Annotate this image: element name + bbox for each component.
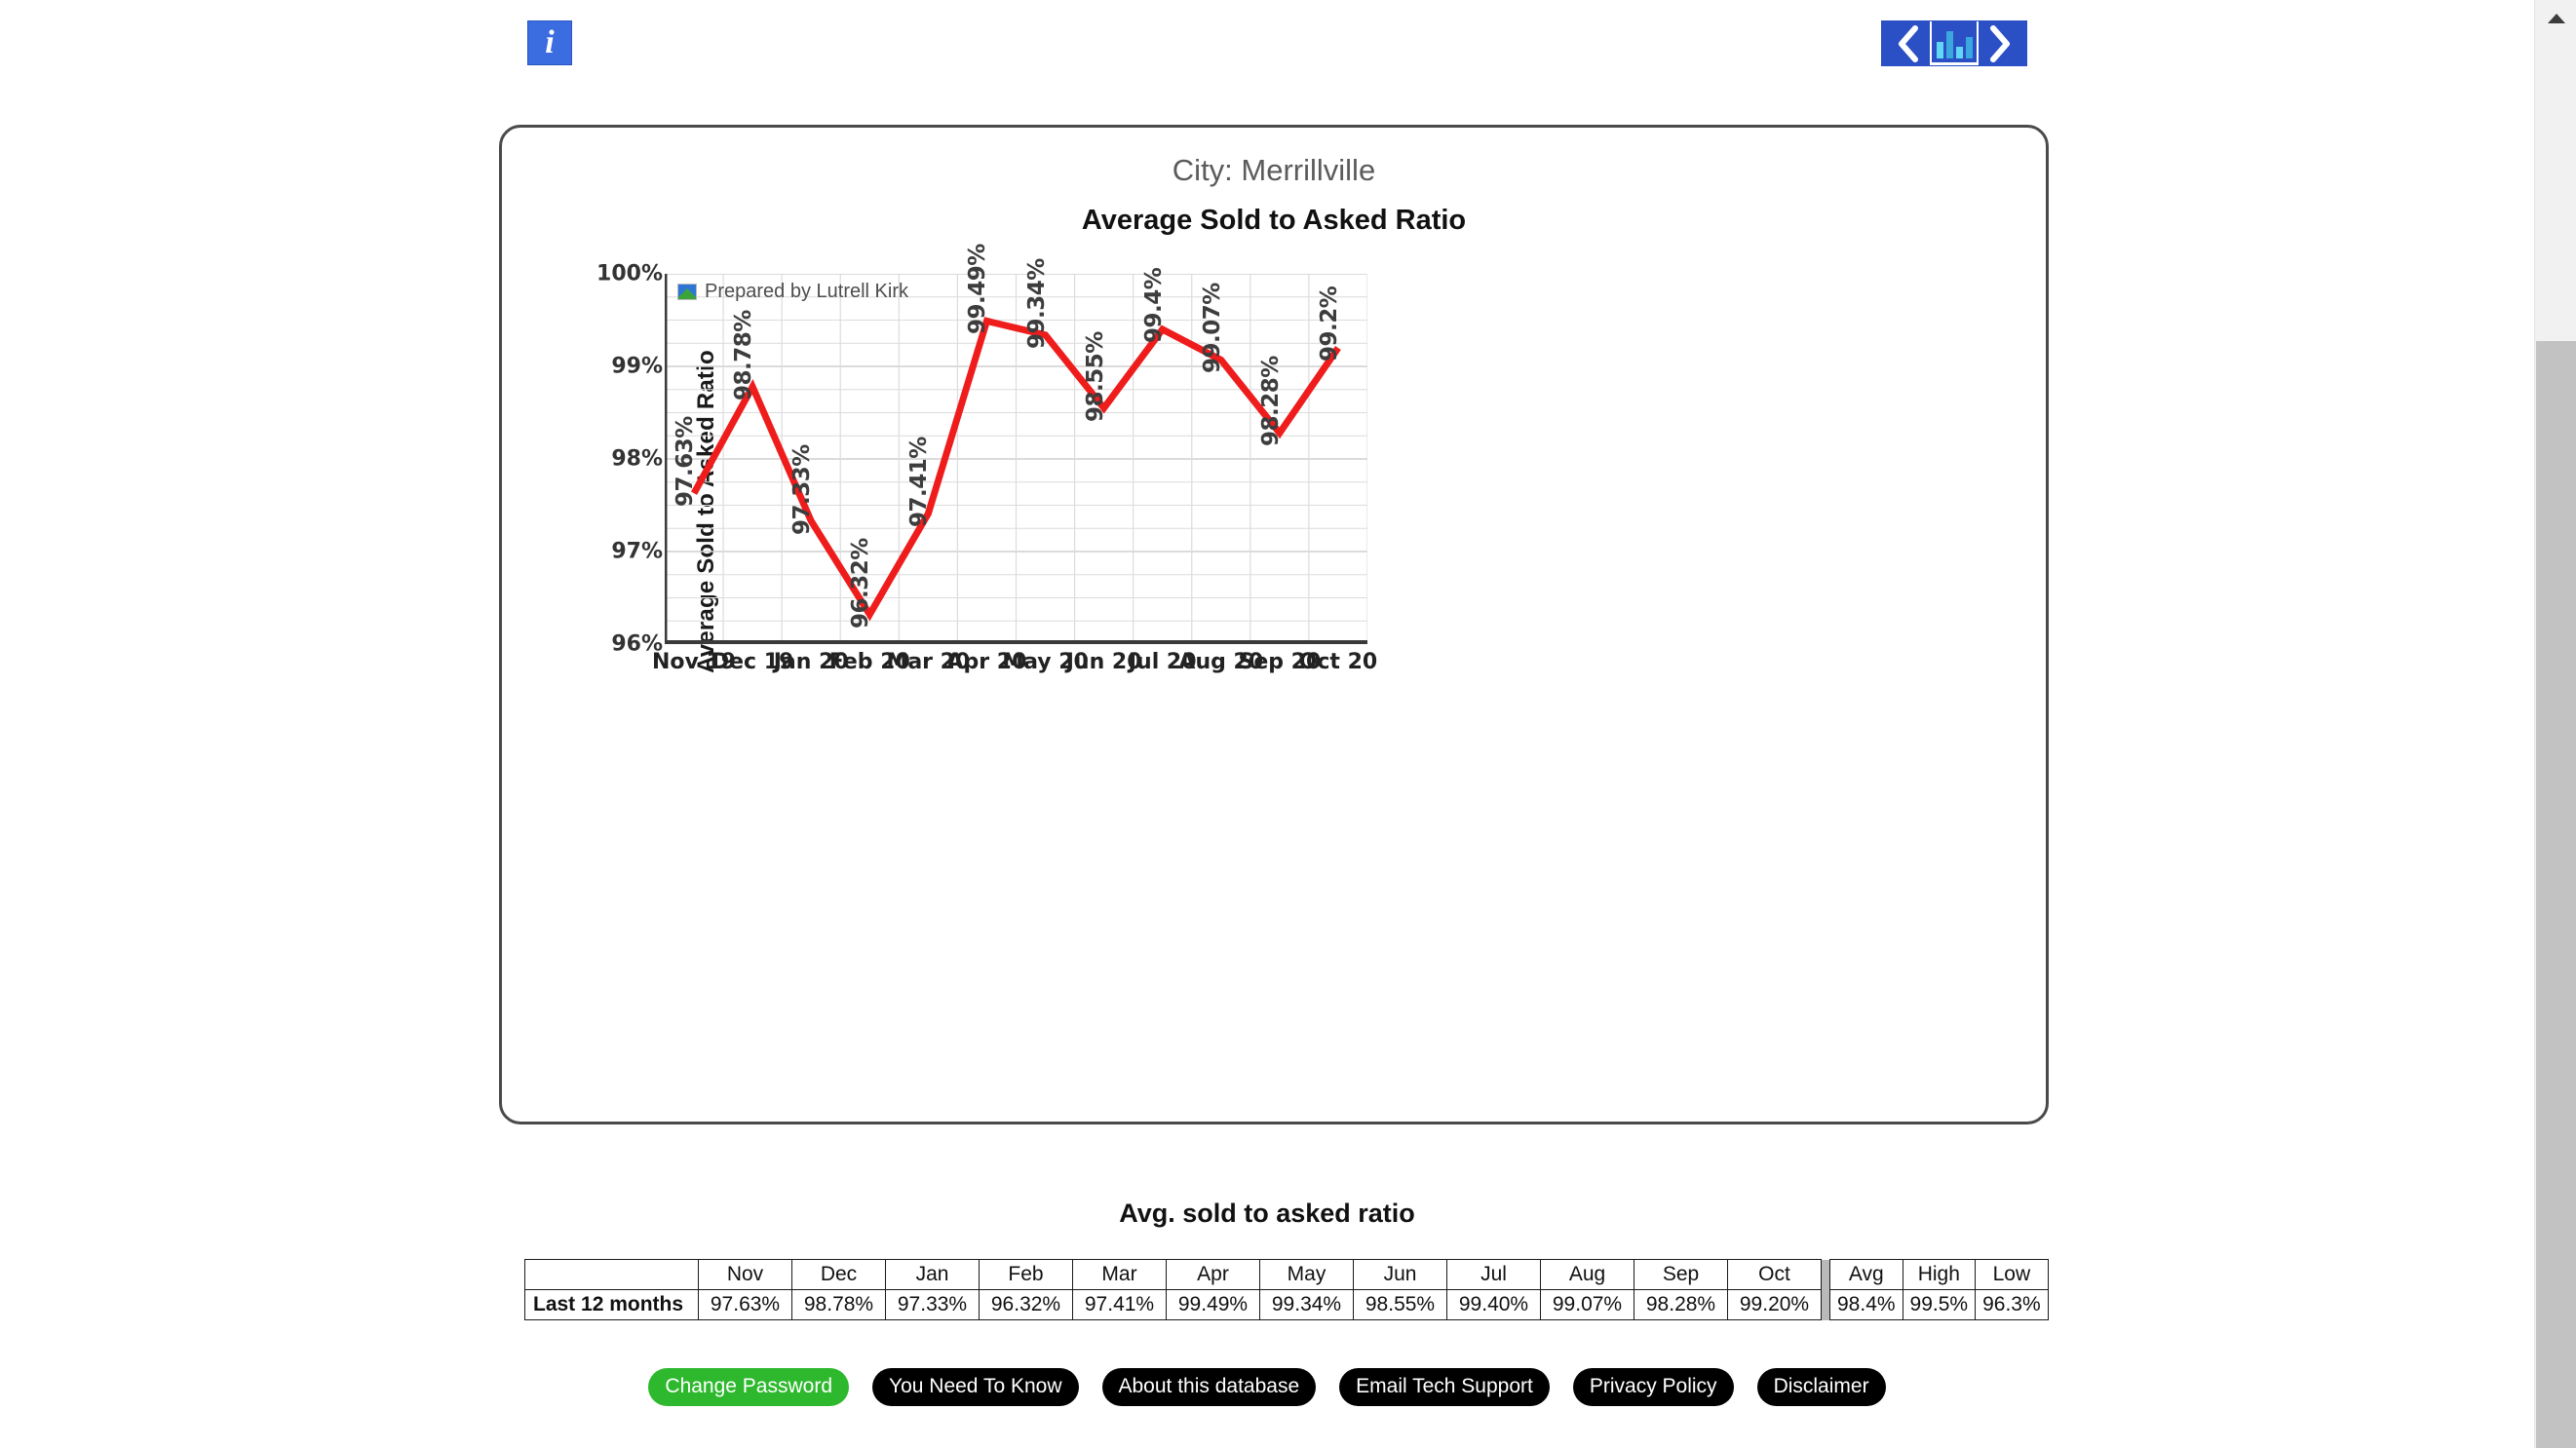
data-point-label: 99.4%	[1140, 267, 1167, 343]
table-summary-cell: 98.4%	[1829, 1289, 1903, 1320]
plot-area	[665, 274, 1367, 644]
next-chart-button[interactable]	[1979, 21, 2021, 65]
bar-chart-icon-bars	[1936, 29, 1973, 58]
table-cell: 97.33%	[885, 1289, 980, 1320]
info-icon[interactable]: i	[527, 20, 572, 65]
table-cell: 99.40%	[1446, 1289, 1541, 1320]
chart-title: Average Sold to Asked Ratio	[1081, 205, 1467, 236]
data-point-label: 98.55%	[1082, 330, 1108, 422]
table-cell: 99.07%	[1540, 1289, 1634, 1320]
table-cell: 98.55%	[1353, 1289, 1447, 1320]
table-heading: Avg. sold to asked ratio	[1119, 1199, 1415, 1228]
y-axis-tick-label: 98%	[611, 446, 663, 472]
table-cell: 97.63%	[698, 1289, 792, 1320]
top-toolbar: i	[0, 0, 2534, 93]
y-axis-tick-label: 100%	[596, 261, 663, 286]
table-cell: 98.28%	[1634, 1289, 1728, 1320]
table-header-cell: Oct	[1727, 1259, 1822, 1290]
ratio-table: Nov Dec Jan Feb Mar Apr May Jun Jul Aug Sep Oct Avg H…	[524, 1259, 2049, 1320]
table-header-cell: Sep	[1634, 1259, 1728, 1290]
vertical-scrollbar[interactable]	[2534, 0, 2576, 1448]
table-row: Last 12 months 97.63% 98.78% 97.33% 96.32% 97…	[524, 1289, 2049, 1320]
table-gap-separator	[1821, 1259, 1830, 1290]
image-icon	[677, 284, 697, 300]
chart-card: City: Merrillville Average Sold to Asked…	[499, 125, 2049, 1124]
disclaimer-button[interactable]: Disclaimer	[1756, 1368, 1886, 1406]
privacy-policy-button[interactable]: Privacy Policy	[1572, 1368, 1734, 1406]
table-gap-separator	[1821, 1289, 1830, 1320]
table-header-cell: Aug	[1540, 1259, 1634, 1290]
about-this-database-button[interactable]: About this database	[1101, 1368, 1317, 1406]
table-corner-cell	[524, 1259, 699, 1290]
data-point-label: 96.32%	[848, 537, 874, 629]
data-point-label: 99.49%	[965, 244, 991, 335]
previous-chart-button[interactable]	[1887, 21, 1930, 65]
data-point-label: 97.33%	[789, 443, 816, 535]
data-point-label: 97.41%	[906, 437, 933, 528]
chart-city-subtitle: City: Merrillville	[1172, 153, 1376, 187]
table-header-cell: Mar	[1072, 1259, 1167, 1290]
table-header-cell: Avg	[1829, 1259, 1903, 1290]
bar-chart-icon[interactable]	[1930, 21, 1979, 65]
table-header-cell: Jan	[885, 1259, 980, 1290]
content-area: i City: Merrillville Average Sold to Ask…	[0, 0, 2534, 1448]
table-header-cell: Jun	[1353, 1259, 1447, 1290]
data-point-label: 98.28%	[1257, 356, 1284, 447]
data-point-label: 99.2%	[1316, 286, 1342, 362]
table-header-cell: High	[1902, 1259, 1977, 1290]
data-point-label: 99.07%	[1199, 283, 1225, 374]
scrollbar-up-arrow-icon[interactable]	[2535, 0, 2576, 37]
you-need-to-know-button[interactable]: You Need To Know	[872, 1368, 1079, 1406]
table-header-row: Nov Dec Jan Feb Mar Apr May Jun Jul Aug Sep Oct Avg H…	[524, 1259, 2049, 1290]
table-header-cell: Feb	[979, 1259, 1073, 1290]
y-axis-tick-label: 99%	[611, 354, 663, 379]
table-header-cell: May	[1259, 1259, 1354, 1290]
x-axis-tick-labels: Nov 19 Dec 19 Jan 20 Feb 20 Mar 20 Apr 20 May …	[652, 650, 1377, 685]
table-header-cell: Low	[1975, 1259, 2049, 1290]
table-summary-cell: 96.3%	[1975, 1289, 2049, 1320]
data-point-label: 97.63%	[673, 416, 699, 508]
page-root: i City: Merrillville Average Sold to Ask…	[0, 0, 2576, 1448]
table-cell: 96.32%	[979, 1289, 1073, 1320]
scrollbar-thumb[interactable]	[2536, 341, 2576, 1448]
y-axis-tick-label: 96%	[611, 631, 663, 657]
prepared-by-text: Prepared by Lutrell Kirk	[705, 281, 908, 302]
data-point-label: 99.34%	[1023, 257, 1050, 349]
table-cell: 97.41%	[1072, 1289, 1167, 1320]
table-cell: 99.20%	[1727, 1289, 1822, 1320]
footer-copyright	[0, 1435, 2534, 1448]
table-cell: 99.34%	[1259, 1289, 1354, 1320]
y-axis-tick-label: 97%	[611, 539, 663, 564]
table-row-label: Last 12 months	[524, 1289, 699, 1320]
ratio-table-wrapper: Nov Dec Jan Feb Mar Apr May Jun Jul Aug Sep Oct Avg H…	[524, 1259, 2049, 1320]
footer-button-bar: Change Password You Need To Know About thi…	[0, 1368, 2534, 1406]
y-axis-tick-labels: 96% 97% 98% 99% 100%	[560, 262, 663, 657]
table-header-cell: Nov	[698, 1259, 792, 1290]
table-summary-cell: 99.5%	[1902, 1289, 1977, 1320]
change-password-button[interactable]: Change Password	[648, 1368, 850, 1406]
table-cell: 98.78%	[791, 1289, 886, 1320]
line-chart-svg	[665, 274, 1367, 644]
email-tech-support-button[interactable]: Email Tech Support	[1339, 1368, 1550, 1406]
chart-navigation-group	[1881, 20, 2027, 66]
table-cell: 99.49%	[1166, 1289, 1260, 1320]
prepared-by-watermark: Prepared by Lutrell Kirk	[677, 281, 908, 303]
x-axis-tick-label: Oct 20	[1298, 650, 1378, 674]
info-icon-glyph: i	[545, 24, 555, 60]
table-header-cell: Jul	[1446, 1259, 1541, 1290]
table-header-cell: Dec	[791, 1259, 886, 1290]
table-header-cell: Apr	[1166, 1259, 1260, 1290]
triangle-up-icon	[2547, 14, 2565, 23]
data-point-label: 98.78%	[731, 310, 757, 400]
